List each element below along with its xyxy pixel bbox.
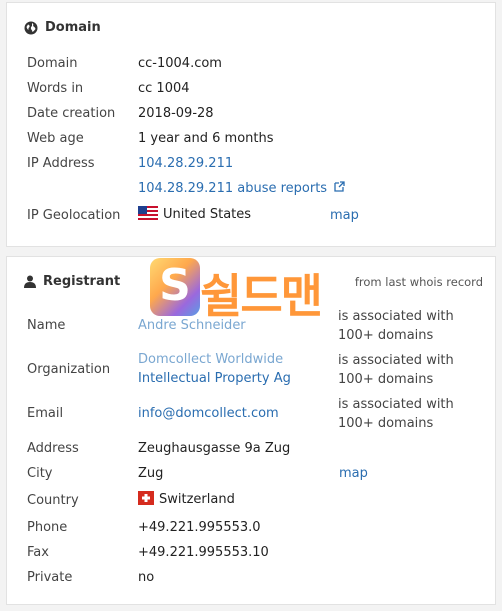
name-link[interactable]: Andre Schneider: [138, 318, 246, 333]
ip-geolocation-value: United States: [163, 207, 252, 222]
private-value: no: [138, 570, 155, 585]
user-icon: [24, 275, 36, 288]
registrant-card-title: Registrant: [43, 274, 121, 289]
domain-label: Domain: [27, 56, 78, 71]
city-label: City: [27, 466, 53, 481]
switzerland-flag-icon: [138, 491, 154, 505]
organization-association: is associated with 100+ domains: [338, 353, 454, 387]
private-label: Private: [27, 570, 73, 585]
country-value-row: Switzerland: [138, 491, 235, 507]
words-label: Words in: [27, 81, 84, 96]
date-creation-value: 2018-09-28: [138, 106, 214, 121]
ip-geolocation-label: IP Geolocation: [27, 208, 121, 223]
registrant-card: Registrant from last whois record Name A…: [6, 256, 496, 605]
last-whois-note: from last whois record: [354, 275, 483, 289]
country-value: Switzerland: [159, 492, 235, 507]
domain-card: Domain Domain cc-1004.com Words in cc 10…: [6, 2, 496, 247]
address-label: Address: [27, 441, 79, 456]
name-association: is associated with 100+ domains: [338, 309, 454, 343]
fax-label: Fax: [27, 545, 49, 560]
email-link[interactable]: info@domcollect.com: [138, 406, 279, 421]
fax-value: +49.221.995553.10: [138, 545, 269, 560]
city-map-link[interactable]: map: [339, 466, 368, 481]
web-age-label: Web age: [27, 131, 84, 146]
domain-card-title: Domain: [45, 20, 101, 35]
ip-geolocation-value-row: United States: [138, 206, 251, 222]
address-value: Zeughausgasse 9a Zug: [138, 441, 291, 456]
external-link-icon: [334, 181, 345, 192]
phone-label: Phone: [27, 520, 68, 535]
web-age-value: 1 year and 6 months: [138, 131, 274, 146]
organization-label: Organization: [27, 362, 111, 377]
email-label: Email: [27, 406, 64, 421]
phone-value: +49.221.995553.0: [138, 520, 261, 535]
ip-address-label: IP Address: [27, 156, 95, 171]
date-creation-label: Date creation: [27, 106, 116, 121]
words-value: cc 1004: [138, 81, 190, 96]
email-association: is associated with 100+ domains: [338, 397, 454, 431]
ip-address-link[interactable]: 104.28.29.211: [138, 156, 233, 171]
name-label: Name: [27, 318, 66, 333]
organization-link-line1[interactable]: Domcollect Worldwide: [138, 352, 283, 367]
abuse-reports-link[interactable]: 104.28.29.211 abuse reports: [138, 181, 327, 196]
abuse-reports-row: 104.28.29.211 abuse reports: [138, 181, 345, 196]
country-label: Country: [27, 493, 79, 508]
organization-link-line2[interactable]: Intellectual Property Ag: [138, 371, 291, 386]
globe-icon: [24, 21, 38, 34]
registrant-card-header: Registrant: [24, 274, 120, 289]
city-value: Zug: [138, 466, 164, 481]
domain-value: cc-1004.com: [138, 56, 222, 71]
us-flag-icon: [138, 206, 158, 220]
domain-card-header: Domain: [24, 20, 101, 35]
ip-geolocation-map-link[interactable]: map: [330, 208, 359, 223]
